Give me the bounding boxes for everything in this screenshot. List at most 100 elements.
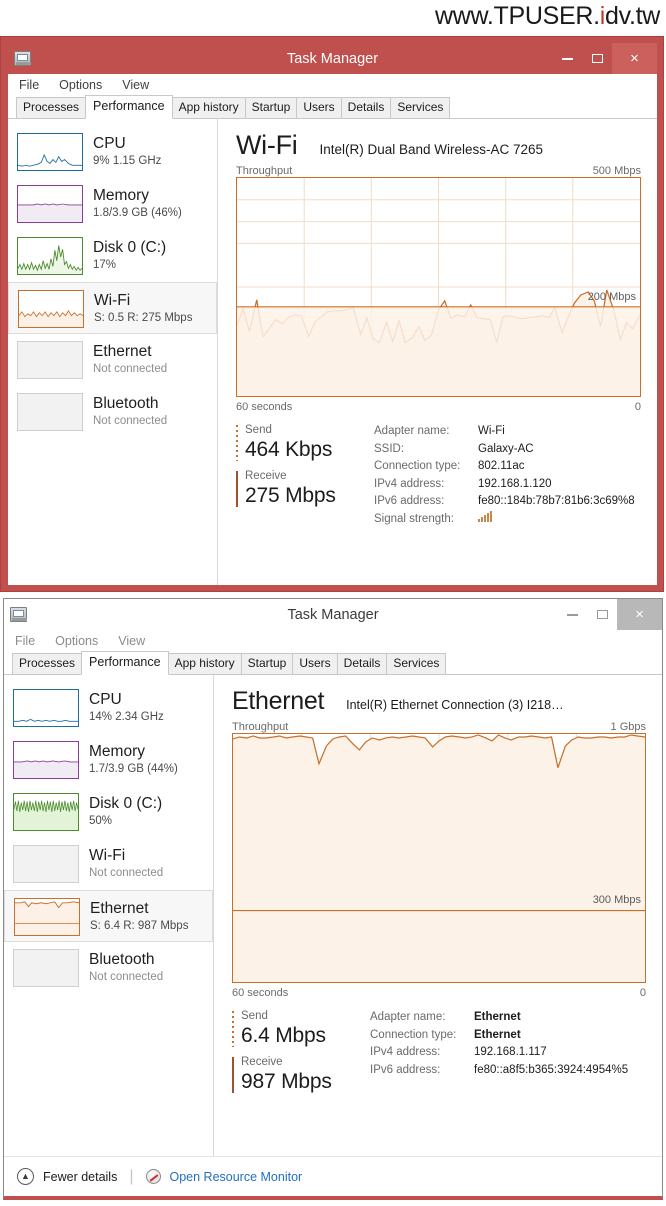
send-label: Send (245, 424, 272, 436)
receive-value: 275 Mbps (245, 484, 336, 507)
tab-strip-wifi: Processes Performance App history Startu… (8, 95, 657, 119)
adapter-info-table: Adapter name: Ethernet Connection type: … (370, 1009, 628, 1101)
info-key: Connection type: (374, 460, 461, 472)
sidebar-item-sublabel: Not connected (93, 363, 168, 375)
sidebar-item-label: Bluetooth (93, 395, 159, 412)
throughput-stats: Send 464 Kbps Receive 275 Mbps (236, 423, 348, 528)
sidebar-item-label: CPU (93, 135, 126, 152)
tab-services[interactable]: Services (390, 97, 451, 119)
sidebar-item-label: Wi-Fi (89, 847, 126, 864)
minimize-button[interactable] (557, 599, 587, 630)
resource-sidebar-ethernet: CPU 14% 2.34 GHz Memory 1.7/3.9 GB (44%)… (4, 675, 214, 1156)
window-controls: × (552, 43, 657, 74)
tab-performance[interactable]: Performance (85, 95, 173, 119)
menu-item-options[interactable]: Options (52, 633, 101, 649)
ethernet-thumbnail (17, 341, 83, 379)
minimize-button[interactable] (552, 43, 582, 74)
minimize-icon (561, 57, 573, 60)
sidebar-item-memory[interactable]: Memory 1.8/3.9 GB (46%) (8, 178, 217, 230)
sidebar-item-memory[interactable]: Memory 1.7/3.9 GB (44%) (4, 734, 213, 786)
sidebar-item-cpu[interactable]: CPU 14% 2.34 GHz (4, 682, 213, 734)
maximize-button[interactable] (587, 599, 617, 630)
tab-app-history[interactable]: App history (167, 653, 242, 675)
tab-processes[interactable]: Processes (16, 97, 87, 119)
menu-item-view[interactable]: View (115, 633, 148, 649)
chart-xright-label: 0 (634, 401, 641, 413)
sidebar-item-ethernet[interactable]: Ethernet S: 6.4 R: 987 Mbps (4, 890, 213, 942)
menu-item-options[interactable]: Options (56, 77, 105, 93)
menu-item-file[interactable]: File (16, 77, 42, 93)
sidebar-item-disk0[interactable]: Disk 0 (C:) 17% (8, 230, 217, 282)
tab-users[interactable]: Users (296, 97, 342, 119)
chart-xright-label: 0 (639, 987, 646, 999)
sidebar-item-sublabel: Not connected (93, 415, 168, 427)
disk-thumbnail (17, 237, 83, 275)
sidebar-item-bluetooth[interactable]: Bluetooth Not connected (8, 386, 217, 438)
receive-label: Receive (245, 470, 287, 482)
footer-divider: | (129, 1167, 134, 1185)
chart-reference-label: 200 Mbps (587, 291, 636, 303)
send-label: Send (241, 1010, 268, 1022)
tab-users[interactable]: Users (292, 653, 338, 675)
task-manager-window-wifi[interactable]: Task Manager × File Options View Process… (0, 36, 664, 592)
performance-detail-wifi: Wi-Fi Intel(R) Dual Band Wireless-AC 726… (218, 119, 657, 585)
fewer-details-button[interactable]: Fewer details (43, 1170, 117, 1184)
sidebar-item-cpu[interactable]: CPU 9% 1.15 GHz (8, 126, 217, 178)
tab-startup[interactable]: Startup (244, 97, 298, 119)
close-button[interactable]: × (617, 599, 662, 630)
sidebar-item-sublabel: Not connected (89, 971, 164, 983)
page-title: Ethernet (232, 687, 325, 715)
maximize-button[interactable] (582, 43, 612, 74)
tab-app-history[interactable]: App history (171, 97, 246, 119)
window-body-wifi: CPU 9% 1.15 GHz Memory 1.8/3.9 GB (46%) … (8, 119, 657, 585)
sidebar-item-sublabel: 9% 1.15 GHz (93, 155, 162, 167)
tab-details[interactable]: Details (336, 653, 388, 675)
minimize-icon (566, 613, 578, 616)
task-manager-window-ethernet[interactable]: Task Manager × File Options View Process… (3, 598, 663, 1200)
tab-details[interactable]: Details (340, 97, 392, 119)
info-row: IPv6 address: fe80::184b:78b7:81b6:3c69%… (374, 493, 635, 511)
info-row: SSID: Galaxy-AC (374, 441, 635, 459)
sidebar-item-sublabel: 17% (93, 259, 117, 271)
detail-readouts-wifi: Send 464 Kbps Receive 275 Mbps Adapter n… (236, 423, 641, 528)
chart-caption: Throughput (232, 721, 289, 733)
info-key: IPv4 address: (374, 477, 445, 490)
tab-startup[interactable]: Startup (240, 653, 294, 675)
tab-processes[interactable]: Processes (12, 653, 83, 675)
info-value: 192.168.1.117 (474, 1046, 547, 1058)
chevron-up-icon[interactable]: ▲ (17, 1168, 34, 1185)
sidebar-item-ethernet[interactable]: Ethernet Not connected (8, 334, 217, 386)
menu-bar-ethernet: File Options View (4, 630, 662, 652)
menu-item-view[interactable]: View (119, 77, 152, 93)
sidebar-item-disk0[interactable]: Disk 0 (C:) 50% (4, 786, 213, 838)
close-icon: × (630, 50, 639, 67)
info-key: IPv6 address: (374, 495, 445, 507)
cpu-thumbnail (13, 689, 79, 727)
chart-caption: Throughput (236, 165, 293, 177)
sidebar-item-wifi[interactable]: Wi-Fi S: 0.5 R: 275 Mbps (8, 282, 217, 334)
memory-thumbnail (13, 741, 79, 779)
info-value: Ethernet (474, 1028, 521, 1041)
wifi-thumbnail (13, 845, 79, 883)
ethernet-thumbnail (14, 898, 80, 936)
info-row: IPv4 address: 192.168.1.120 (374, 476, 635, 494)
open-resource-monitor-link[interactable]: Open Resource Monitor (170, 1170, 303, 1184)
sidebar-item-bluetooth[interactable]: Bluetooth Not connected (4, 942, 213, 994)
close-button[interactable]: × (612, 43, 657, 74)
info-row: IPv4 address: 192.168.1.117 (370, 1044, 628, 1062)
titlebar-ethernet[interactable]: Task Manager × (4, 599, 662, 630)
tab-strip-ethernet: Processes Performance App history Startu… (4, 651, 662, 675)
menu-item-file[interactable]: File (12, 633, 38, 649)
task-manager-icon (10, 607, 27, 622)
watermark-pre: www.TPUSER. (434, 2, 600, 30)
tab-performance[interactable]: Performance (81, 651, 169, 675)
sidebar-item-wifi[interactable]: Wi-Fi Not connected (4, 838, 213, 890)
sidebar-item-label: Memory (89, 743, 145, 760)
sidebar-item-label: Bluetooth (89, 951, 155, 968)
tab-services[interactable]: Services (386, 653, 447, 675)
send-stat: Send 464 Kbps (236, 423, 348, 463)
titlebar-wifi[interactable]: Task Manager × (8, 43, 657, 74)
send-legend-marker (232, 1011, 234, 1047)
send-value: 6.4 Mbps (241, 1024, 326, 1047)
chart-top-labels: Throughput 1 Gbps (232, 721, 646, 733)
